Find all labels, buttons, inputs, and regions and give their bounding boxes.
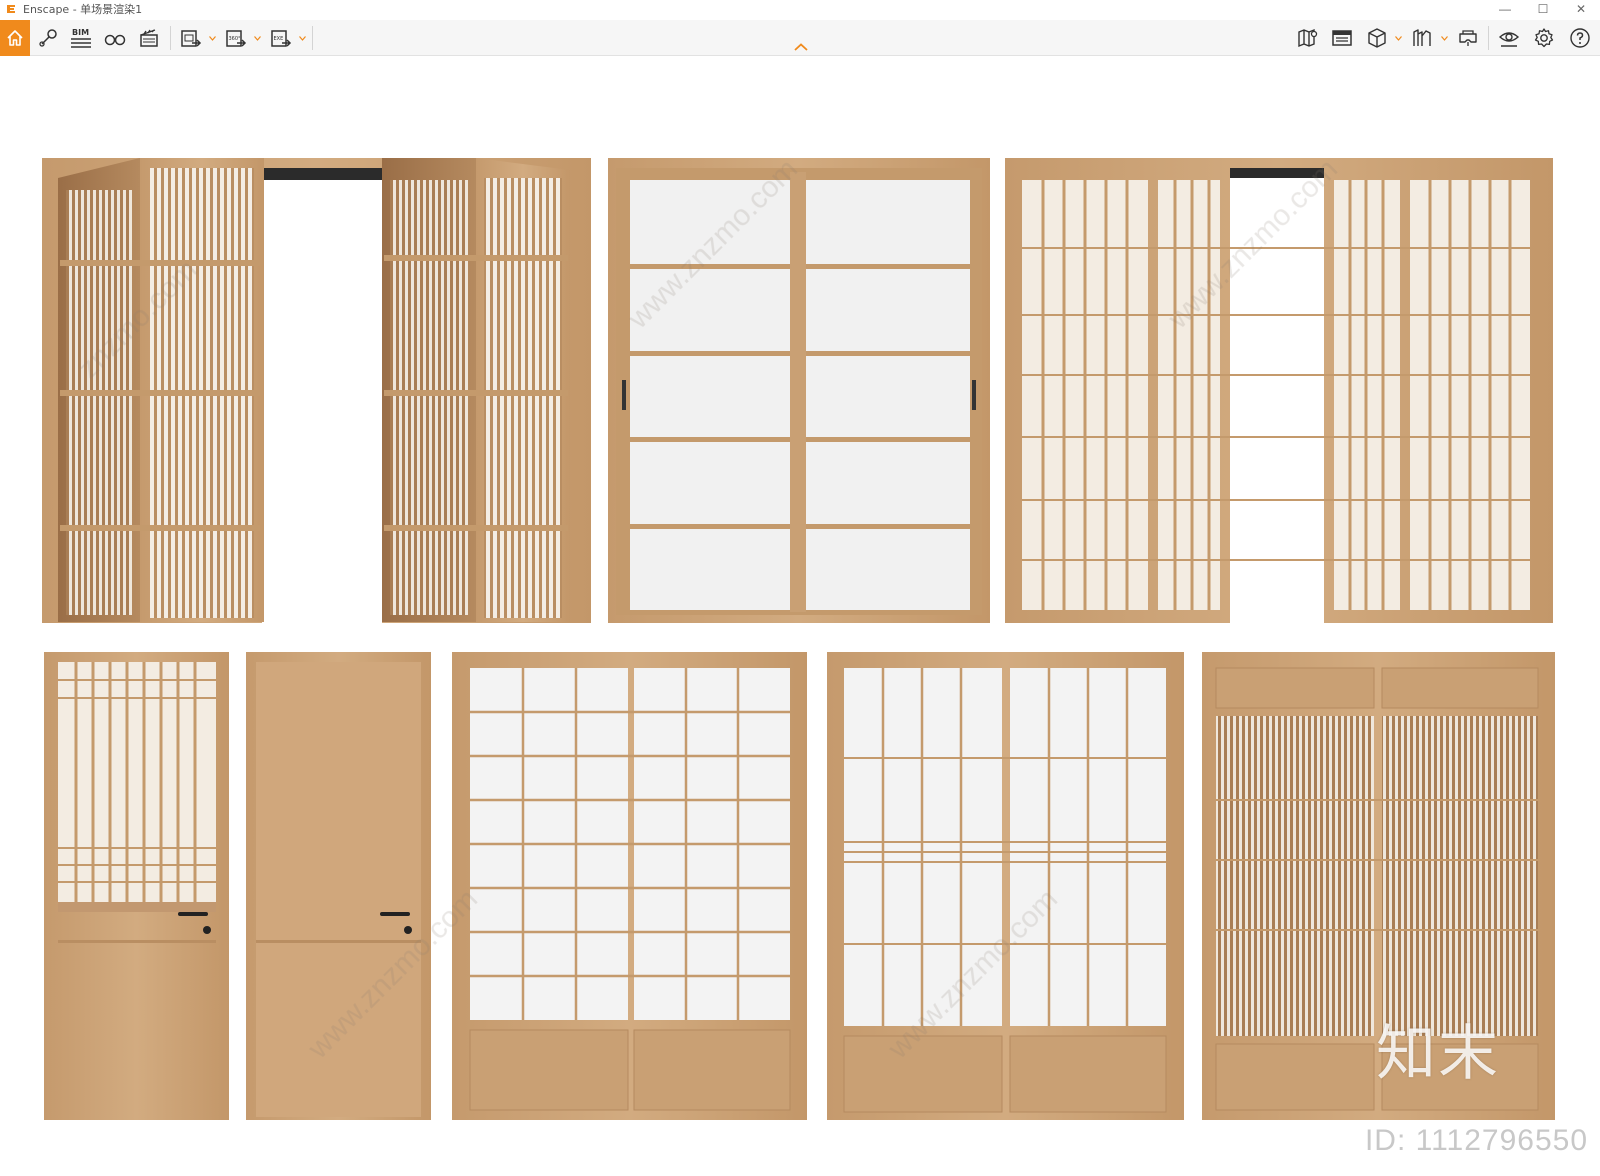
views-icon xyxy=(39,29,57,47)
panorama-export-button[interactable]: 360° xyxy=(222,24,250,52)
objects-dropdown[interactable] xyxy=(1394,34,1402,42)
clapperboard-icon xyxy=(140,29,158,47)
map-button[interactable] xyxy=(1294,24,1322,52)
svg-text:360°: 360° xyxy=(229,36,242,42)
video-editor-icon xyxy=(1332,30,1352,46)
vertical-bar-shoji-door xyxy=(827,652,1184,1120)
home-icon xyxy=(7,30,23,46)
objects-button[interactable] xyxy=(1363,24,1391,52)
help-icon xyxy=(1570,28,1590,48)
vr-button[interactable] xyxy=(1454,24,1482,52)
watermark-logo: 知末 xyxy=(1376,1019,1500,1089)
collapse-toolbar-button[interactable] xyxy=(791,40,811,54)
map-icon xyxy=(1298,28,1318,48)
help-button[interactable] xyxy=(1566,24,1594,52)
window-controls: — ☐ ✕ xyxy=(1486,0,1600,18)
minimize-button[interactable]: — xyxy=(1486,0,1524,18)
main-toolbar: BIM 360° EXE xyxy=(0,20,1600,56)
svg-text:EXE: EXE xyxy=(274,36,284,42)
svg-text:BIM: BIM xyxy=(72,28,89,37)
chevron-down-icon xyxy=(208,35,216,41)
home-button[interactable] xyxy=(0,20,30,56)
chevron-down-icon xyxy=(253,35,261,41)
settings-button[interactable] xyxy=(1530,24,1558,52)
bim-button[interactable]: BIM xyxy=(67,24,95,52)
asset-library-dropdown[interactable] xyxy=(1440,34,1448,42)
door-models-render: znzmo.com www.znzmo.com www.znzmo.com ww… xyxy=(42,152,1555,1120)
render-viewport[interactable]: znzmo.com www.znzmo.com www.znzmo.com ww… xyxy=(0,57,1600,1176)
window-title: Enscape - 单场景渲染1 xyxy=(23,3,143,16)
visual-settings-button[interactable] xyxy=(1495,24,1523,52)
video-button[interactable] xyxy=(135,24,163,52)
toolbar-separator xyxy=(1488,26,1489,50)
exe-export-button[interactable]: EXE xyxy=(267,24,295,52)
screenshot-export-icon xyxy=(181,30,202,47)
chevron-up-icon xyxy=(794,43,808,51)
exe-export-icon: EXE xyxy=(271,30,292,47)
image-id-label: ID: 1112796550 xyxy=(1364,1124,1588,1157)
walk-mode-button[interactable] xyxy=(101,24,129,52)
exe-export-dropdown[interactable] xyxy=(298,34,306,42)
toolbar-separator xyxy=(170,26,171,50)
bim-icon: BIM xyxy=(71,28,91,48)
chevron-down-icon xyxy=(1394,35,1402,41)
panorama-export-icon: 360° xyxy=(226,30,247,47)
close-button[interactable]: ✕ xyxy=(1562,0,1600,18)
toolbar-separator xyxy=(312,26,313,50)
folding-lattice-door xyxy=(42,158,591,623)
enscape-logo-icon xyxy=(5,3,17,15)
binoculars-icon xyxy=(104,34,126,46)
views-button[interactable] xyxy=(35,24,63,52)
chevron-down-icon xyxy=(1440,35,1448,41)
panorama-export-dropdown[interactable] xyxy=(253,34,261,42)
screenshot-export-button[interactable] xyxy=(177,24,205,52)
video-editor-button[interactable] xyxy=(1328,24,1356,52)
vr-headset-icon xyxy=(1459,30,1477,46)
cube-icon xyxy=(1368,28,1386,48)
asset-library-icon xyxy=(1413,29,1431,46)
grid-shoji-door xyxy=(452,652,807,1120)
maximize-button[interactable]: ☐ xyxy=(1524,0,1562,18)
chevron-down-icon xyxy=(298,35,306,41)
sliding-shoji-door xyxy=(608,158,990,623)
title-bar: Enscape - 单场景渲染1 — ☐ ✕ xyxy=(0,0,1600,18)
screenshot-export-dropdown[interactable] xyxy=(208,34,216,42)
asset-library-button[interactable] xyxy=(1408,24,1436,52)
lattice-top-swing-door xyxy=(44,652,229,1120)
visual-settings-icon xyxy=(1498,32,1520,47)
settings-gear-icon xyxy=(1534,28,1554,48)
